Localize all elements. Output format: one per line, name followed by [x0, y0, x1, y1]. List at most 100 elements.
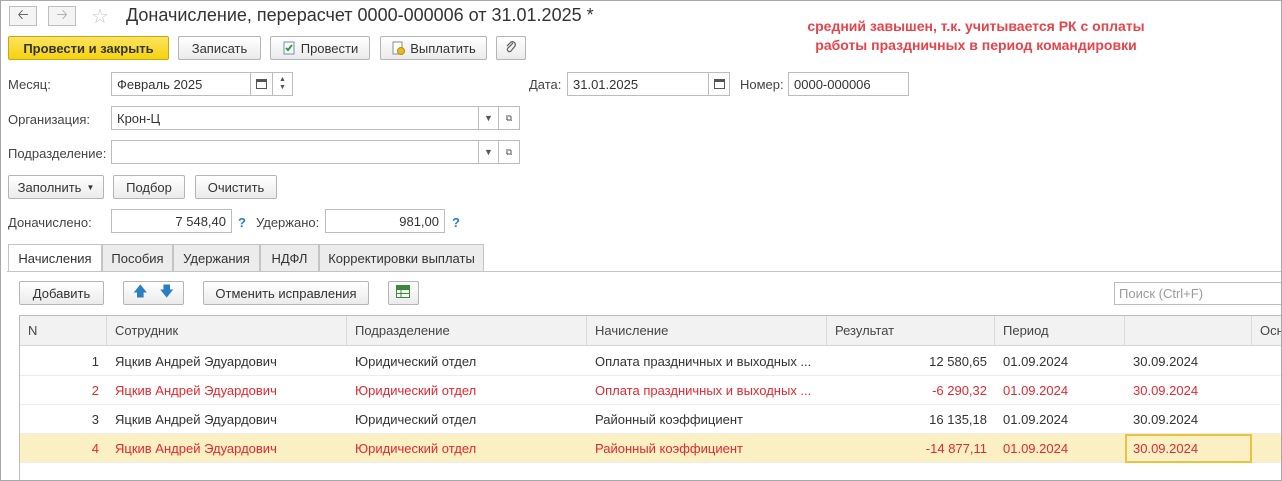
number-label: Номер:: [740, 77, 784, 92]
department-open-button[interactable]: ⧉: [499, 140, 520, 164]
attach-button[interactable]: [496, 36, 526, 60]
column-header[interactable]: Период: [995, 316, 1125, 346]
add-row-button[interactable]: Добавить: [19, 281, 104, 305]
date-calendar-button[interactable]: [709, 72, 730, 96]
post-button[interactable]: Провести: [270, 36, 370, 60]
organization-label: Организация:: [8, 112, 91, 127]
accrual-cell[interactable]: Районный коэффициент: [587, 405, 827, 434]
withheld-label: Удержано:: [256, 215, 320, 230]
table-grid-icon: [396, 284, 411, 302]
chevron-down-icon: ▼: [484, 147, 493, 157]
open-window-icon: ⧉: [505, 112, 513, 123]
row-number[interactable]: 2: [20, 376, 107, 405]
tab-ndfl[interactable]: НДФЛ: [260, 244, 319, 271]
period-from-cell[interactable]: 01.09.2024: [995, 434, 1125, 463]
result-cell[interactable]: -14 877,11: [827, 434, 995, 463]
month-calendar-button[interactable]: [251, 72, 273, 96]
table-row[interactable]: 2 Яцкив Андрей Эдуардович Юридический отде…: [20, 376, 1281, 405]
star-icon[interactable]: ☆: [91, 4, 109, 29]
date-field[interactable]: 31.01.2025: [567, 72, 709, 96]
result-cell[interactable]: -6 290,32: [827, 376, 995, 405]
pay-button[interactable]: Выплатить: [380, 36, 487, 60]
calendar-icon: [713, 78, 725, 91]
period-from-cell[interactable]: 01.09.2024: [995, 347, 1125, 376]
table-settings-button[interactable]: [388, 281, 419, 305]
chevron-down-icon: ▼: [86, 182, 95, 192]
period-from-cell[interactable]: 01.09.2024: [995, 405, 1125, 434]
tab-payment-corrections[interactable]: Корректировки выплаты: [319, 244, 484, 271]
tab-benefits[interactable]: Пособия: [102, 244, 173, 271]
accrual-cell[interactable]: Районный коэффициент: [587, 434, 827, 463]
period-to-cell[interactable]: 30.09.2024: [1125, 434, 1252, 463]
document-window: 🡠 🡢 ☆ Доначисление, перерасчет 0000-0000…: [0, 0, 1282, 481]
table-row[interactable]: 3 Яцкив Андрей Эдуардович Юридический отде…: [20, 405, 1281, 434]
row-number[interactable]: 1: [20, 347, 107, 376]
withheld-help-icon[interactable]: ?: [452, 215, 460, 230]
table-row[interactable]: 1 Яцкив Андрей Эдуардович Юридический отде…: [20, 347, 1281, 376]
employee-cell[interactable]: Яцкив Андрей Эдуардович: [107, 434, 347, 463]
column-header[interactable]: Осн: [1252, 316, 1281, 346]
column-header[interactable]: Результат: [827, 316, 995, 346]
department-cell[interactable]: Юридический отдел: [347, 376, 587, 405]
arrow-up-icon[interactable]: 🡅: [133, 281, 147, 305]
search-input[interactable]: Поиск (Ctrl+F): [1114, 282, 1281, 305]
period-to-cell[interactable]: 30.09.2024: [1125, 347, 1252, 376]
accrual-cell[interactable]: Оплата праздничных и выходных ...: [587, 347, 827, 376]
select-button[interactable]: Подбор: [113, 175, 185, 199]
chevron-down-icon: ▼: [484, 113, 493, 123]
period-from-cell[interactable]: 01.09.2024: [995, 376, 1125, 405]
row-number[interactable]: 3: [20, 405, 107, 434]
month-field[interactable]: Февраль 2025: [111, 72, 251, 96]
pay-button-label: Выплатить: [410, 40, 476, 56]
calendar-icon: [256, 78, 267, 91]
table-row[interactable]: 4 Яцкив Андрей Эдуардович Юридический отде…: [20, 434, 1281, 463]
tab-accruals[interactable]: Начисления: [8, 244, 102, 272]
forward-button[interactable]: 🡢: [48, 6, 76, 26]
number-field[interactable]: 0000-000006: [788, 72, 909, 96]
arrow-right-icon: 🡢: [56, 6, 68, 22]
pay-doc-icon: [391, 41, 406, 55]
result-cell[interactable]: 16 135,18: [827, 405, 995, 434]
result-cell[interactable]: 12 580,65: [827, 347, 995, 376]
post-and-close-button[interactable]: Провести и закрыть: [8, 36, 169, 60]
cancel-corrections-button[interactable]: Отменить исправления: [203, 281, 369, 305]
organization-open-button[interactable]: ⧉: [499, 106, 520, 130]
department-dropdown-button[interactable]: ▼: [479, 140, 499, 164]
move-buttons: 🡅 🡇: [123, 281, 184, 305]
department-cell[interactable]: Юридический отдел: [347, 434, 587, 463]
row-number[interactable]: 4: [20, 434, 107, 463]
annotation-line-2: работы праздничных в период командировки: [815, 37, 1137, 53]
column-header[interactable]: Начисление: [587, 316, 827, 346]
arrow-left-icon: 🡠: [17, 6, 29, 22]
employee-cell[interactable]: Яцкив Андрей Эдуардович: [107, 405, 347, 434]
date-label: Дата:: [529, 77, 562, 92]
arrow-down-icon[interactable]: 🡇: [160, 281, 174, 305]
employee-cell[interactable]: Яцкив Андрей Эдуардович: [107, 376, 347, 405]
department-cell[interactable]: Юридический отдел: [347, 405, 587, 434]
paperclip-icon: [504, 40, 518, 57]
column-header[interactable]: N: [20, 316, 107, 346]
department-field[interactable]: [111, 140, 479, 164]
column-header[interactable]: Сотрудник: [107, 316, 347, 346]
employee-cell[interactable]: Яцкив Андрей Эдуардович: [107, 347, 347, 376]
annotation-note: средний завышен, т.к. учитывается РК с о…: [741, 17, 1211, 55]
column-header[interactable]: [1125, 316, 1252, 346]
clear-button[interactable]: Очистить: [195, 175, 277, 199]
tab-divider: [7, 271, 1281, 272]
accrued-help-icon[interactable]: ?: [238, 215, 246, 230]
back-button[interactable]: 🡠: [9, 6, 37, 26]
organization-dropdown-button[interactable]: ▼: [479, 106, 499, 130]
period-to-cell[interactable]: 30.09.2024: [1125, 376, 1252, 405]
department-cell[interactable]: Юридический отдел: [347, 347, 587, 376]
tab-deductions[interactable]: Удержания: [173, 244, 260, 271]
save-button[interactable]: Записать: [178, 36, 261, 60]
table-header: N Сотрудник Подразделение Начисление Рез…: [20, 316, 1281, 346]
fill-button[interactable]: Заполнить ▼: [8, 175, 104, 199]
period-to-cell[interactable]: 30.09.2024: [1125, 405, 1252, 434]
spin-down-icon: ▼: [279, 84, 286, 91]
month-spin-button[interactable]: ▲ ▼: [273, 72, 293, 96]
accrual-cell[interactable]: Оплата праздничных и выходных ...: [587, 376, 827, 405]
column-header[interactable]: Подразделение: [347, 316, 587, 346]
organization-field[interactable]: Крон-Ц: [111, 106, 479, 130]
open-window-icon: ⧉: [505, 146, 513, 157]
